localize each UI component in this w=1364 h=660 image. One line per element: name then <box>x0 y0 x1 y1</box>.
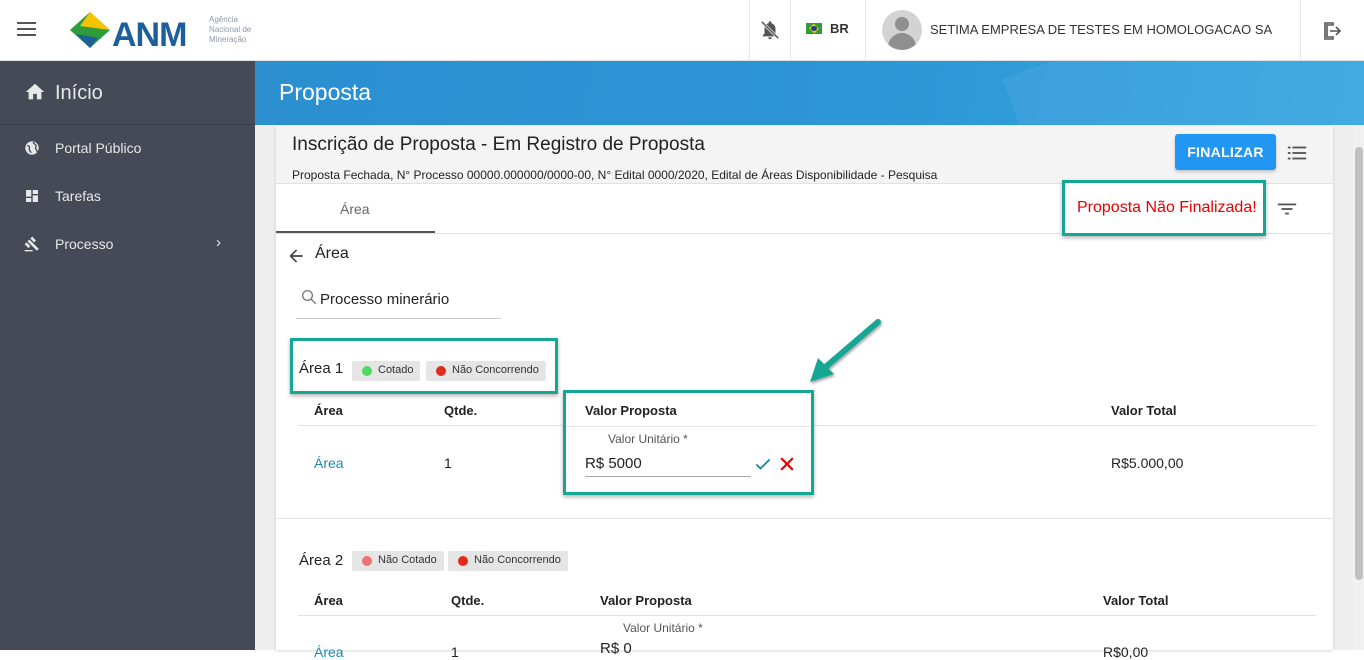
anm-logo[interactable]: ANM Agência Nacional de Mineração <box>70 10 260 54</box>
table-row-divider <box>566 426 811 427</box>
globe-icon <box>25 141 39 155</box>
logo-text: ANM <box>112 16 187 54</box>
sidebar: Início Portal Público Tarefas Processo › <box>0 61 255 650</box>
card-subtitle: Proposta Fechada, N° Processo 00000.0000… <box>292 168 938 182</box>
sidebar-item-portal-publico[interactable]: Portal Público <box>0 125 255 173</box>
finalizar-button[interactable]: FINALIZAR <box>1175 134 1276 170</box>
card-header: Inscrição de Proposta - Em Registro de P… <box>276 126 1333 184</box>
column-header-valor-proposta: Valor Proposta <box>600 593 692 608</box>
chip-label: Não Concorrendo <box>474 554 561 566</box>
divider <box>1300 0 1301 60</box>
area-link[interactable]: Área <box>314 644 344 660</box>
logo-mark-icon <box>70 12 110 48</box>
logout-icon[interactable] <box>1320 19 1344 43</box>
column-header-qtde: Qtde. <box>451 593 485 608</box>
back-label: Área <box>315 245 349 262</box>
sidebar-item-processo[interactable]: Processo › <box>0 221 255 269</box>
column-header-valor-proposta: Valor Proposta <box>585 403 677 418</box>
notifications-off-icon[interactable] <box>759 19 781 41</box>
status-chip: Não Concorrendo <box>448 551 568 571</box>
valor-unitario-label: Valor Unitário * <box>608 432 688 446</box>
status-highlight-box: Proposta Não Finalizada! <box>1062 180 1266 236</box>
logo-subtitle: Agência Nacional de Mineração <box>209 15 252 44</box>
area-title: Área 1 <box>299 360 344 377</box>
status-dot-icon <box>362 556 372 566</box>
sidebar-item-inicio[interactable]: Início <box>0 61 255 125</box>
status-dot-icon <box>362 366 372 376</box>
sidebar-item-label: Portal Público <box>55 140 142 156</box>
tab-row: Área Proposta Não Finalizada! <box>276 180 1333 236</box>
close-icon[interactable] <box>777 454 797 474</box>
sidebar-item-label: Início <box>55 82 103 104</box>
qtde-value: 1 <box>444 455 452 471</box>
menu-icon[interactable] <box>14 18 40 44</box>
column-header-qtde: Qtde. <box>444 403 478 418</box>
search-field[interactable] <box>296 282 501 319</box>
chevron-right-icon: › <box>216 234 221 251</box>
company-name[interactable]: SETIMA EMPRESA DE TESTES EM HOMOLOGACAO … <box>930 22 1272 37</box>
valor-proposta-highlight-box: Valor Proposta Valor Unitário * <box>563 390 814 495</box>
search-icon <box>301 289 317 305</box>
gavel-icon <box>24 236 39 252</box>
table-row-divider <box>298 615 1316 616</box>
avatar[interactable] <box>882 10 922 50</box>
list-icon[interactable] <box>1286 142 1308 164</box>
column-header-valor-total: Valor Total <box>1111 403 1177 418</box>
status-chip: Cotado <box>352 361 421 381</box>
search-input[interactable] <box>320 291 495 308</box>
column-header-valor-total: Valor Total <box>1103 593 1169 608</box>
status-chip: Não Cotado <box>352 551 444 571</box>
annotation-arrow-icon <box>810 319 881 382</box>
tab-label: Área <box>340 201 370 217</box>
sidebar-item-label: Processo <box>55 236 114 252</box>
status-dot-icon <box>458 556 468 566</box>
home-icon <box>25 83 45 100</box>
chip-label: Cotado <box>378 364 414 376</box>
tab-area[interactable]: Área <box>276 184 435 233</box>
chip-label: Não Cotado <box>378 554 437 566</box>
valor-unitario-label: Valor Unitário * <box>623 621 703 635</box>
status-dot-icon <box>436 366 446 376</box>
area-title: Área 2 <box>299 552 344 569</box>
section-divider <box>276 518 1333 519</box>
area-link[interactable]: Área <box>314 455 344 471</box>
valor-total-value: R$5.000,00 <box>1111 455 1184 471</box>
filter-icon[interactable] <box>1276 200 1298 218</box>
valor-unitario-input[interactable] <box>585 451 751 477</box>
language-label: BR <box>830 21 849 36</box>
area-1-highlight-box: Área 1 Cotado Não Concorrendo <box>290 338 558 394</box>
brazil-flag-icon <box>806 23 822 34</box>
sidebar-item-tarefas[interactable]: Tarefas <box>0 173 255 221</box>
scrollbar-thumb[interactable] <box>1355 147 1363 580</box>
qtde-value: 1 <box>451 644 459 660</box>
valor-total-value: R$0,00 <box>1103 644 1149 660</box>
divider <box>790 0 791 60</box>
column-header-area: Área <box>314 593 343 608</box>
divider <box>749 0 750 60</box>
page-title: Proposta <box>279 79 372 105</box>
divider <box>865 0 866 60</box>
chip-label: Não Concorrendo <box>452 364 539 376</box>
status-text: Proposta Não Finalizada! <box>1077 199 1257 216</box>
status-chip: Não Concorrendo <box>426 361 546 381</box>
valor-unitario-input[interactable]: R$ 0 <box>600 640 632 657</box>
top-bar: ANM Agência Nacional de Mineração BR SET… <box>0 0 1364 61</box>
column-header-area: Área <box>314 403 343 418</box>
dashboard-icon <box>26 190 38 202</box>
sidebar-item-label: Tarefas <box>55 188 101 204</box>
check-icon[interactable] <box>753 454 773 474</box>
arrow-back-icon[interactable] <box>286 246 306 266</box>
page-header: Proposta <box>255 61 1364 125</box>
language-selector[interactable]: BR <box>806 21 849 36</box>
card-title: Inscrição de Proposta - Em Registro de P… <box>292 134 705 155</box>
